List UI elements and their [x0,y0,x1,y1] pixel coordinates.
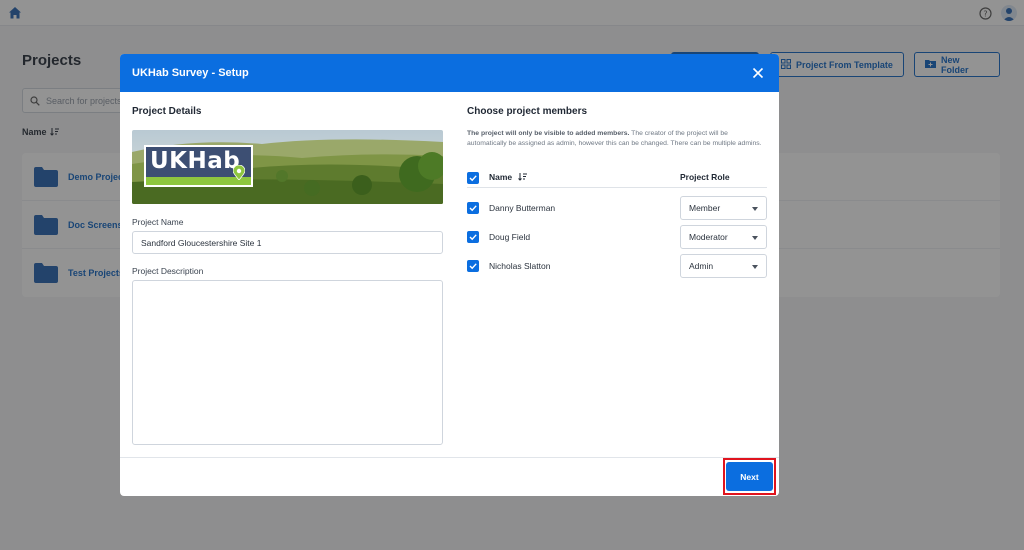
member-checkbox[interactable] [467,202,479,214]
close-icon[interactable] [752,67,764,79]
members-note: The project will only be visible to adde… [467,129,767,148]
project-description-label: Project Description [132,266,204,276]
name-column-label: Name [489,172,513,182]
dialog-footer [120,457,779,496]
dialog-title: UKHab Survey - Setup [132,67,249,79]
name-column-header[interactable]: Name [489,172,528,182]
project-role-column-header: Project Role [680,172,730,182]
project-details-heading: Project Details [132,106,202,117]
table-row: Nicholas Slatton Admin [467,254,767,278]
role-select[interactable]: Moderator [680,225,767,249]
sort-icon [518,173,528,181]
role-select-value: Admin [689,261,714,271]
member-name: Nicholas Slatton [489,261,551,271]
role-select[interactable]: Admin [680,254,767,278]
member-checkbox[interactable] [467,231,479,243]
table-row: Doug Field Moderator [467,225,767,249]
next-button[interactable]: Next [726,462,773,491]
select-all-checkbox[interactable] [467,172,479,184]
member-name: Doug Field [489,232,531,242]
member-name: Danny Butterman [489,203,556,213]
checkmark-icon [469,205,477,212]
member-checkbox[interactable] [467,260,479,272]
project-name-input[interactable]: Sandford Gloucestershire Site 1 [132,231,443,254]
choose-members-heading: Choose project members [467,106,588,117]
members-note-bold: The project will only be visible to adde… [467,130,630,137]
members-table-header: Name Project Role [467,170,767,188]
role-select-value: Moderator [689,232,728,242]
checkmark-icon [469,234,477,241]
chevron-down-icon [752,265,758,269]
checkmark-icon [469,263,477,270]
role-select[interactable]: Member [680,196,767,220]
project-name-label: Project Name [132,217,184,227]
chevron-down-icon [752,236,758,240]
ukhab-logo-text: UKHab [150,148,241,174]
project-description-textarea[interactable] [132,280,443,445]
setup-dialog: UKHab Survey - Setup Project Details UKH… [120,54,779,496]
table-row: Danny Butterman Member [467,196,767,220]
project-name-value: Sandford Gloucestershire Site 1 [141,237,262,248]
checkmark-icon [469,175,477,182]
chevron-down-icon [752,207,758,211]
ukhab-logo: UKHab [144,145,253,187]
map-pin-icon [233,165,245,180]
role-select-value: Member [689,203,721,213]
dialog-header: UKHab Survey - Setup [120,54,779,92]
